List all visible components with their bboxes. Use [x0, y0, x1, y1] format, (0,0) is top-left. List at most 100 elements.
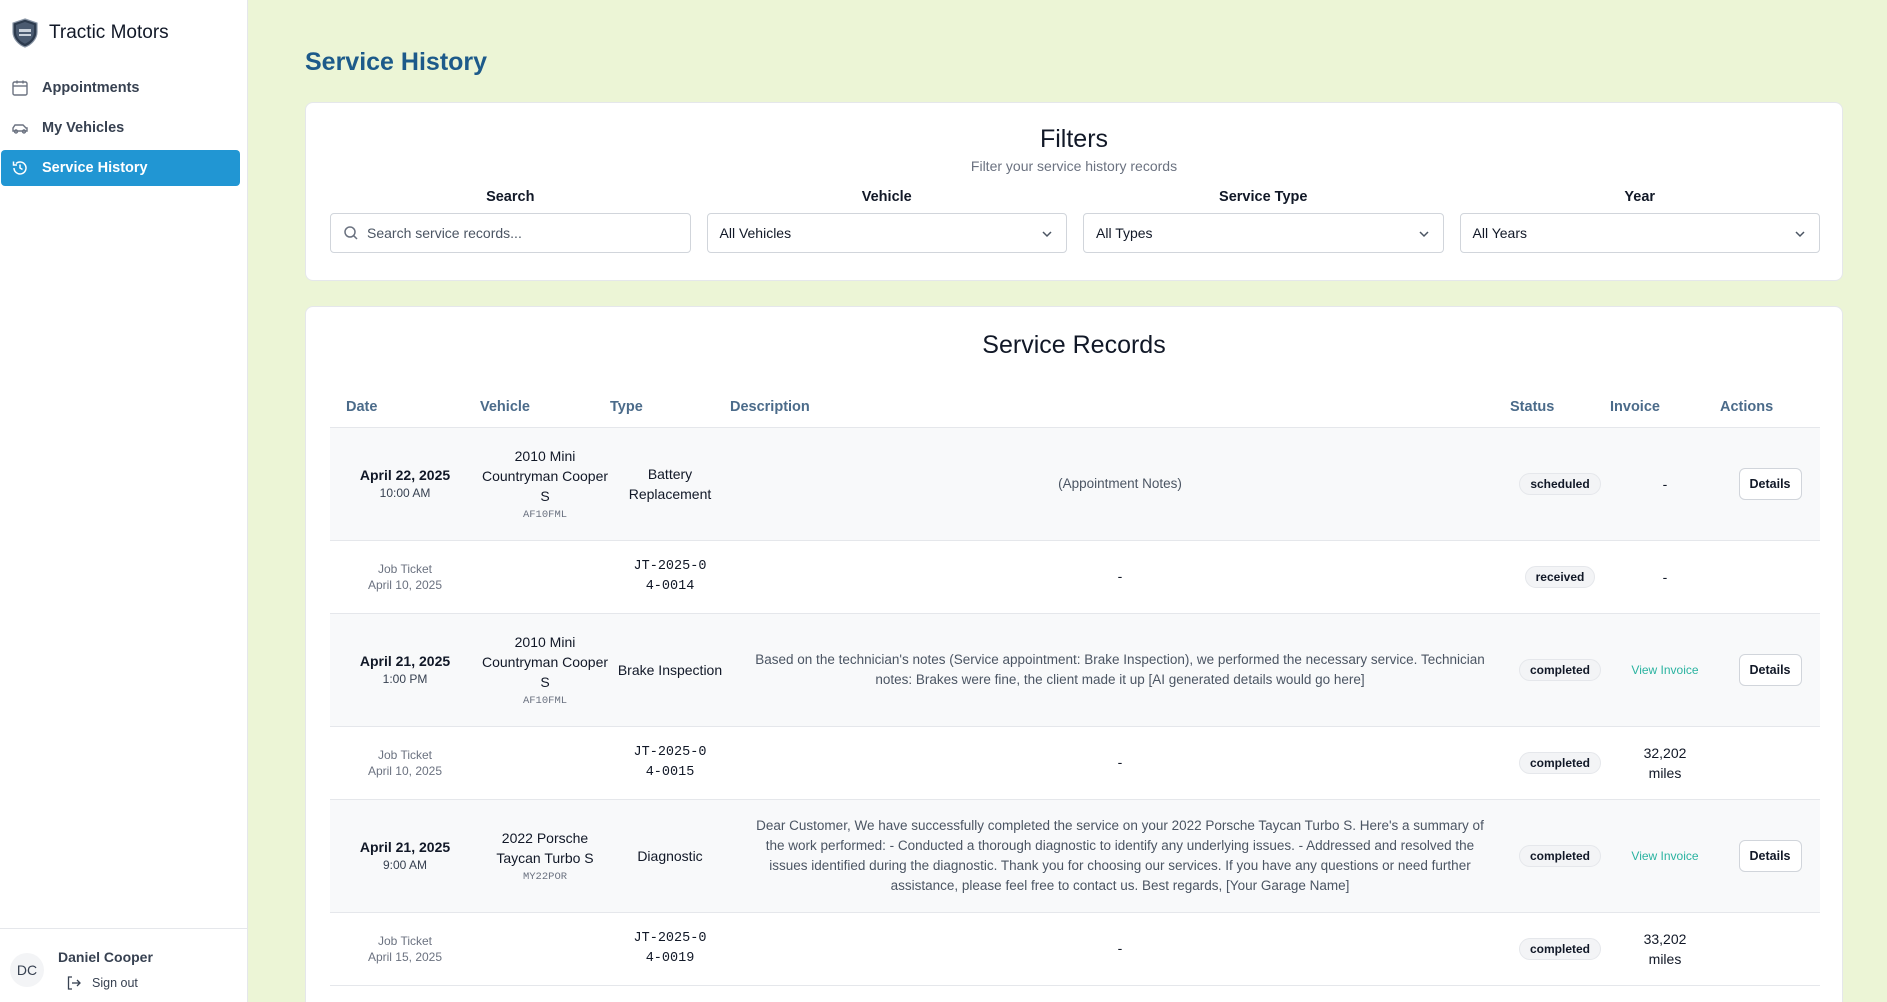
vehicle-name: 2010 Mini Countryman Cooper S — [481, 634, 609, 690]
sidebar-nav: Appointments My Vehicles Service History — [0, 70, 247, 186]
status-cell: completed — [1510, 799, 1610, 913]
sidebar-item-label: My Vehicles — [42, 120, 125, 136]
records-table: Date Vehicle Type Description Status Inv… — [330, 387, 1820, 986]
sign-out-icon — [67, 976, 81, 990]
table-row[interactable]: April 22, 2025 10:00 AM 2010 Mini Countr… — [330, 427, 1820, 541]
view-invoice-link[interactable]: View Invoice — [1631, 663, 1698, 677]
column-header-vehicle[interactable]: Vehicle — [480, 387, 610, 428]
vehicle-cell: 2010 Mini Countryman Cooper S AF10FML — [480, 427, 610, 541]
ticket-cell: Job Ticket April 10, 2025 — [330, 540, 480, 614]
description-cell: - — [730, 912, 1510, 986]
job-ticket-date: April 15, 2025 — [367, 949, 443, 964]
year-select[interactable]: All Years — [1459, 213, 1820, 253]
service-type-select[interactable]: All Types — [1083, 213, 1444, 253]
details-button[interactable]: Details — [1738, 653, 1802, 686]
table-header-row: Date Vehicle Type Description Status Inv… — [330, 387, 1820, 428]
mileage-value: 32,202 miles — [1643, 744, 1687, 781]
status-badge: scheduled — [1519, 472, 1601, 495]
chevron-down-icon — [1418, 231, 1429, 238]
sidebar-item-appointments[interactable]: Appointments — [1, 70, 246, 106]
description-cell: - — [730, 540, 1510, 614]
column-header-invoice[interactable]: Invoice — [1610, 387, 1720, 428]
page-title: Service History — [305, 48, 488, 76]
type-cell: JT-2025-04-0019 — [610, 912, 730, 986]
description-value: - — [1117, 568, 1123, 584]
column-header-description[interactable]: Description — [730, 387, 1510, 428]
job-ticket-number: JT-2025-04-0014 — [633, 558, 707, 594]
column-header-status[interactable]: Status — [1510, 387, 1610, 428]
brand[interactable]: Tractic Motors — [0, 0, 247, 66]
description-cell: (Appointment Notes) — [730, 427, 1510, 541]
service-type-filter: Service Type All Types — [1083, 189, 1444, 253]
history-icon — [12, 161, 27, 175]
filters-title: Filters — [1039, 125, 1109, 153]
mileage-value: 33,202 miles — [1643, 930, 1687, 967]
year-select-value: All Years — [1472, 225, 1527, 241]
description-cell: Based on the technician's notes (Service… — [730, 613, 1510, 727]
service-type: Battery Replacement — [628, 465, 712, 502]
details-button[interactable]: Details — [1738, 467, 1802, 500]
description-value: - — [1117, 754, 1123, 770]
job-ticket-label: Job Ticket — [377, 561, 433, 576]
service-type: Diagnostic — [637, 847, 703, 864]
ticket-cell: Job Ticket April 10, 2025 — [330, 726, 480, 800]
vehicle-select[interactable]: All Vehicles — [706, 213, 1067, 253]
actions-cell: Details — [1720, 799, 1820, 913]
sidebar-item-service-history[interactable]: Service History — [1, 150, 240, 186]
calendar-icon — [12, 80, 28, 96]
license-plate: MY22POR — [522, 871, 568, 883]
actions-cell: Details — [1720, 613, 1820, 727]
chevron-down-icon — [1042, 231, 1052, 238]
status-cell: completed — [1510, 726, 1610, 800]
table-row[interactable]: April 21, 2025 9:00 AM 2022 Porsche Tayc… — [330, 799, 1820, 913]
invoice-value: - — [1662, 568, 1668, 585]
user-name: Daniel Cooper — [58, 949, 153, 965]
actions-cell — [1720, 912, 1820, 986]
ticket-cell: Job Ticket April 15, 2025 — [330, 912, 480, 986]
service-time: 10:00 AM — [379, 486, 431, 500]
type-cell: Diagnostic — [610, 799, 730, 913]
service-time: 1:00 PM — [382, 672, 428, 686]
search-input[interactable] — [367, 225, 667, 241]
status-cell: received — [1510, 540, 1610, 614]
sidebar-item-my-vehicles[interactable]: My Vehicles — [1, 110, 246, 146]
invoice-cell: - — [1610, 540, 1720, 614]
view-invoice-link[interactable]: View Invoice — [1631, 849, 1698, 863]
sidebar: Tractic Motors Appointments My Vehicles … — [0, 0, 248, 1002]
search-icon — [344, 226, 358, 240]
vehicle-cell: 2010 Mini Countryman Cooper S AF10FML — [480, 613, 610, 727]
search-box[interactable] — [330, 213, 691, 253]
sign-out-button[interactable]: Sign out — [66, 975, 138, 991]
date-cell: April 21, 2025 1:00 PM — [330, 613, 480, 727]
sidebar-item-label: Appointments — [42, 80, 140, 96]
service-time: 9:00 AM — [382, 858, 428, 872]
status-badge: completed — [1518, 658, 1601, 681]
avatar[interactable]: DC — [10, 953, 44, 987]
column-header-date[interactable]: Date — [330, 387, 480, 428]
status-cell: completed — [1510, 613, 1610, 727]
column-header-actions: Actions — [1720, 387, 1820, 428]
status-badge: completed — [1518, 844, 1601, 867]
column-header-type[interactable]: Type — [610, 387, 730, 428]
table-row[interactable]: April 21, 2025 1:00 PM 2010 Mini Country… — [330, 613, 1820, 727]
date-cell: April 21, 2025 9:00 AM — [330, 799, 480, 913]
filters-card: Filters Filter your service history reco… — [305, 102, 1843, 281]
vehicle-cell: 2022 Porsche Taycan Turbo S MY22POR — [480, 799, 610, 913]
service-date: April 21, 2025 — [359, 653, 451, 669]
status-badge: received — [1524, 565, 1596, 588]
details-button[interactable]: Details — [1738, 839, 1802, 872]
status-badge: completed — [1518, 751, 1601, 774]
description-cell: Dear Customer, We have successfully comp… — [730, 799, 1510, 913]
service-type: Brake Inspection — [617, 661, 723, 678]
type-cell: Battery Replacement — [610, 427, 730, 541]
sidebar-item-label: Service History — [42, 160, 148, 176]
license-plate: AF10FML — [522, 695, 568, 707]
job-ticket-number: JT-2025-04-0019 — [633, 930, 707, 966]
invoice-cell: - — [1610, 427, 1720, 541]
job-ticket-date: April 10, 2025 — [367, 763, 443, 778]
job-ticket-label: Job Ticket — [377, 933, 433, 948]
vehicle-select-value: All Vehicles — [719, 225, 792, 241]
filter-row: Search Vehicle All Vehicles Service Type… — [330, 189, 1820, 253]
chevron-down-icon — [1795, 231, 1805, 238]
search-filter: Search — [330, 189, 691, 253]
